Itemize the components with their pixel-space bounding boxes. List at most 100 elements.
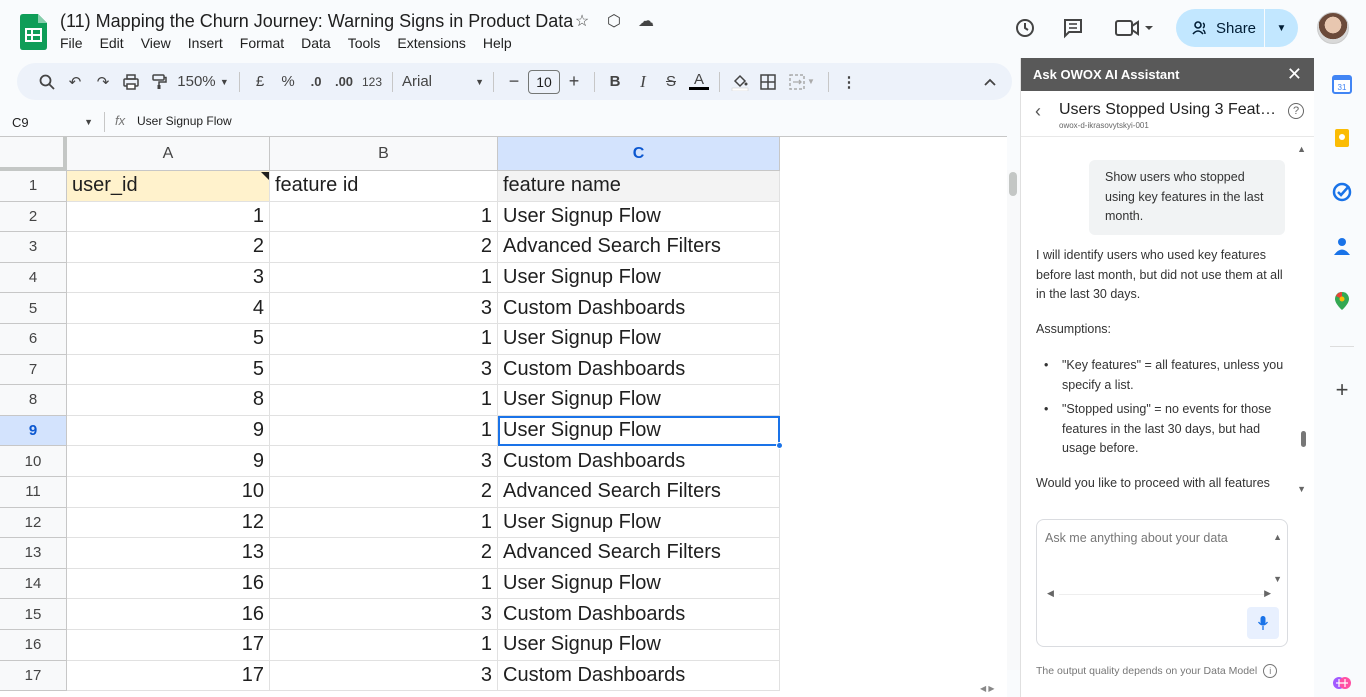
table-cell-b[interactable]: 1 — [270, 507, 498, 539]
share-button[interactable]: Share ▼ — [1176, 9, 1298, 47]
table-cell-a[interactable]: 2 — [67, 232, 270, 263]
table-cell-b[interactable]: 2 — [270, 232, 498, 263]
column-header-a[interactable]: A — [67, 137, 270, 171]
table-cell-b[interactable]: 3 — [270, 446, 498, 477]
row-header[interactable]: 17 — [0, 660, 67, 692]
select-all-corner[interactable] — [0, 137, 67, 171]
spreadsheet-grid[interactable]: A B C 1 user_id feature id feature name 2 1 1 User… — [0, 136, 1007, 697]
vertical-scroll-thumb[interactable] — [1009, 172, 1017, 196]
table-cell-b[interactable]: 1 — [270, 630, 498, 661]
table-cell-a[interactable]: 9 — [67, 446, 270, 477]
table-cell-b[interactable]: 3 — [270, 354, 498, 386]
scroll-down-icon[interactable]: ▼ — [1273, 574, 1282, 584]
table-cell-c[interactable]: Advanced Search Filters — [498, 538, 780, 569]
scroll-up-icon[interactable]: ▲ — [1297, 144, 1306, 154]
column-header-b[interactable]: B — [270, 137, 498, 171]
table-cell-a[interactable]: 8 — [67, 385, 270, 416]
increase-decimal-button[interactable]: .00 — [330, 68, 358, 96]
menu-extensions[interactable]: Extensions — [397, 35, 465, 51]
table-cell-c[interactable]: User Signup Flow — [498, 415, 780, 447]
table-cell-a[interactable]: 5 — [67, 354, 270, 386]
table-cell-b[interactable]: 2 — [270, 477, 498, 508]
table-cell-a[interactable]: 13 — [67, 538, 270, 569]
collapse-toolbar-icon[interactable] — [976, 68, 1004, 96]
chat-messages[interactable]: Show users who stopped using key feature… — [1021, 138, 1315, 500]
undo-icon[interactable]: ↶ — [61, 68, 89, 96]
table-cell-c[interactable]: Advanced Search Filters — [498, 232, 780, 263]
calendar-icon[interactable]: 31 — [1331, 73, 1353, 95]
table-cell-c[interactable]: User Signup Flow — [498, 568, 780, 600]
table-cell-b[interactable]: 2 — [270, 538, 498, 569]
row-header[interactable]: 3 — [0, 232, 67, 263]
font-size-increase-button[interactable]: + — [560, 68, 588, 96]
table-cell-b[interactable]: 1 — [270, 385, 498, 416]
search-menus-icon[interactable] — [33, 68, 61, 96]
menu-help[interactable]: Help — [483, 35, 512, 51]
sheets-logo-icon[interactable] — [20, 14, 47, 50]
table-cell-c[interactable]: User Signup Flow — [498, 262, 780, 294]
table-cell-b[interactable]: 3 — [270, 599, 498, 630]
chat-input[interactable]: Ask me anything about your data — [1045, 531, 1228, 545]
comments-icon[interactable] — [1062, 17, 1084, 39]
star-icon[interactable]: ☆ — [573, 12, 591, 30]
chat-input-box[interactable]: Ask me anything about your data ▲ ▼ ◀ ▶ — [1036, 519, 1288, 647]
menu-tools[interactable]: Tools — [348, 35, 381, 51]
chat-scroll-thumb[interactable] — [1301, 431, 1306, 447]
table-cell-a[interactable]: 12 — [67, 507, 270, 539]
table-cell-a[interactable]: 1 — [67, 201, 270, 233]
close-icon[interactable]: ✕ — [1287, 64, 1302, 85]
table-cell-c[interactable]: Custom Dashboards — [498, 599, 780, 630]
row-header[interactable]: 6 — [0, 324, 67, 355]
table-cell-c[interactable]: Custom Dashboards — [498, 446, 780, 477]
row-header[interactable]: 4 — [0, 262, 67, 294]
keep-icon[interactable] — [1331, 127, 1353, 149]
table-cell-a[interactable]: 9 — [67, 415, 270, 447]
table-cell-b[interactable]: 1 — [270, 262, 498, 294]
table-cell-c[interactable]: User Signup Flow — [498, 324, 780, 355]
currency-format-button[interactable]: £ — [246, 68, 274, 96]
note-indicator[interactable] — [261, 172, 269, 180]
scroll-down-icon[interactable]: ▼ — [1297, 484, 1306, 494]
row-header[interactable]: 1 — [0, 171, 67, 202]
table-cell-b[interactable]: 1 — [270, 324, 498, 355]
text-color-icon[interactable]: A — [685, 68, 713, 96]
strikethrough-icon[interactable]: S — [657, 68, 685, 96]
column-header-c[interactable]: C — [498, 137, 780, 171]
help-icon[interactable]: ? — [1288, 103, 1304, 119]
cloud-status-icon[interactable]: ☁ — [637, 12, 655, 30]
font-select[interactable]: Arial ▼ — [399, 68, 487, 96]
borders-icon[interactable] — [754, 68, 782, 96]
font-size-decrease-button[interactable]: − — [500, 68, 528, 96]
tasks-icon[interactable] — [1331, 181, 1353, 203]
bold-button[interactable]: B — [601, 68, 629, 96]
row-header[interactable]: 2 — [0, 201, 67, 233]
table-cell-b[interactable]: 1 — [270, 201, 498, 233]
header-cell-b[interactable]: feature id — [270, 171, 498, 202]
paint-format-icon[interactable] — [145, 68, 173, 96]
horizontal-scroll-arrows[interactable]: ◀ ▶ — [980, 684, 995, 693]
header-cell-c[interactable]: feature name — [498, 171, 780, 202]
table-cell-c[interactable]: User Signup Flow — [498, 201, 780, 233]
table-cell-c[interactable]: User Signup Flow — [498, 385, 780, 416]
table-cell-a[interactable]: 3 — [67, 262, 270, 294]
vertical-scrollbar[interactable] — [1007, 170, 1020, 670]
zoom-select[interactable]: 150% ▼ — [173, 68, 233, 96]
document-title[interactable]: (11) Mapping the Churn Journey: Warning … — [60, 11, 573, 32]
scroll-up-icon[interactable]: ▲ — [1273, 532, 1282, 542]
avatar[interactable] — [1317, 12, 1349, 44]
table-cell-a[interactable]: 17 — [67, 630, 270, 661]
chevron-down-icon[interactable]: ▼ — [1265, 23, 1298, 34]
add-icon[interactable]: + — [1331, 377, 1353, 402]
row-header[interactable]: 5 — [0, 293, 67, 324]
move-folder-icon[interactable]: ⬡ — [605, 12, 623, 30]
decrease-decimal-button[interactable]: .0 — [302, 68, 330, 96]
maps-icon[interactable] — [1331, 290, 1353, 312]
italic-button[interactable]: I — [629, 68, 657, 96]
meet-icon[interactable] — [1114, 18, 1156, 38]
formula-input[interactable]: User Signup Flow — [137, 114, 232, 128]
table-cell-b[interactable]: 3 — [270, 660, 498, 692]
row-header[interactable]: 8 — [0, 385, 67, 416]
scroll-left-icon[interactable]: ◀ — [1047, 588, 1054, 599]
row-header[interactable]: 11 — [0, 477, 67, 508]
fill-handle[interactable] — [776, 442, 783, 450]
